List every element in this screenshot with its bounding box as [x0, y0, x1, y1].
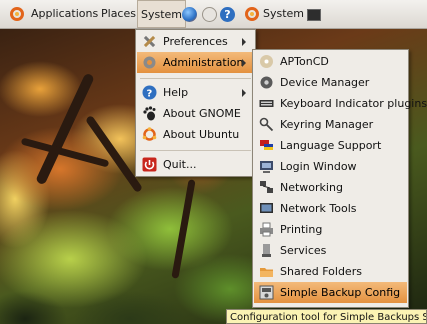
menu-item-about-ubuntu[interactable]: About Ubuntu — [137, 124, 254, 145]
svg-text:?: ? — [147, 89, 153, 100]
menu-item-printing[interactable]: Printing — [254, 219, 407, 240]
menu-item-label: Device Manager — [280, 76, 370, 89]
menu-item-services[interactable]: Services — [254, 240, 407, 261]
preferences-icon — [143, 35, 156, 48]
submenu-arrow-icon — [242, 59, 246, 67]
menu-item-label: Administration — [163, 56, 244, 69]
mail-icon[interactable] — [202, 7, 217, 22]
login-window-icon — [260, 161, 273, 173]
help-icon: ? — [142, 85, 157, 100]
menu-item-label: Language Support — [280, 139, 382, 152]
keyring-icon — [259, 117, 274, 132]
menu-item-quit[interactable]: Quit... — [137, 154, 254, 175]
network-tools-icon — [260, 203, 273, 213]
language-flags-icon — [260, 140, 273, 150]
menu-item-networking[interactable]: Networking — [254, 177, 407, 198]
menu-item-help[interactable]: ? Help — [137, 82, 254, 103]
backup-icon — [259, 285, 274, 300]
system2-menu[interactable]: System — [263, 0, 304, 28]
administration-submenu: APTonCD Device Manager Keyboard Indicato… — [252, 49, 427, 308]
terminal-icon[interactable] — [307, 9, 321, 21]
menu-item-simple-backup-config[interactable]: Simple Backup Config — [254, 282, 407, 303]
help-launcher-icon[interactable]: ? — [220, 7, 235, 22]
top-panel: Applications Places System ? System — [0, 0, 427, 29]
ubuntu-logo-icon — [10, 7, 24, 21]
menu-item-device-manager[interactable]: Device Manager — [254, 72, 407, 93]
ubuntu-icon — [142, 127, 157, 141]
menu-item-aptoncd[interactable]: APTonCD — [254, 51, 407, 72]
administration-icon — [143, 56, 156, 69]
menu-item-label: Shared Folders — [280, 265, 362, 278]
menu-item-label: Network Tools — [280, 202, 357, 215]
menu-item-label: About Ubuntu — [163, 128, 240, 141]
aptoncd-icon — [260, 55, 273, 68]
menu-item-label: Quit... — [163, 158, 197, 171]
submenu-arrow-icon — [242, 89, 246, 97]
menu-item-label: Keyring Manager — [280, 118, 374, 131]
menu-item-administration[interactable]: Administration — [137, 52, 254, 73]
menu-separator — [140, 78, 251, 79]
submenu-arrow-icon — [242, 38, 246, 46]
menu-separator — [140, 150, 251, 151]
menu-item-keyring-manager[interactable]: Keyring Manager — [254, 114, 407, 135]
power-icon — [142, 157, 157, 172]
menu-item-language-support[interactable]: Language Support — [254, 135, 407, 156]
menu-item-about-gnome[interactable]: About GNOME — [137, 103, 254, 124]
wallpaper-branch — [35, 72, 95, 186]
wallpaper-branch — [20, 137, 110, 168]
menu-item-label: APTonCD — [280, 55, 329, 68]
menu-item-network-tools[interactable]: Network Tools — [254, 198, 407, 219]
menu-item-label: Services — [280, 244, 327, 257]
menu-item-shared-folders[interactable]: Shared Folders — [254, 261, 407, 282]
networking-icon — [260, 181, 273, 193]
wallpaper-branch — [171, 179, 196, 279]
menu-item-label: Preferences — [163, 35, 228, 48]
system-dropdown-menu: Preferences Administration ? Help About … — [135, 29, 256, 177]
device-manager-icon — [260, 76, 273, 89]
menu-item-label: Networking — [280, 181, 343, 194]
menu-item-label: Login Window — [280, 160, 357, 173]
applications-menu[interactable]: Applications — [31, 0, 98, 28]
system2-logo-icon — [245, 7, 259, 21]
menu-item-label: Help — [163, 86, 189, 99]
services-icon — [262, 244, 271, 257]
gnome-foot-icon — [143, 106, 156, 121]
printer-icon — [260, 222, 273, 237]
keyboard-icon — [259, 100, 274, 107]
tooltip: Configuration tool for Simple Backups Su… — [226, 309, 427, 324]
system-menu[interactable]: System — [137, 0, 187, 28]
menu-item-label: Printing — [280, 223, 323, 236]
menu-item-login-window[interactable]: Login Window — [254, 156, 407, 177]
places-menu[interactable]: Places — [101, 0, 136, 28]
firefox-icon[interactable] — [182, 7, 197, 22]
menu-item-label: Keyboard Indicator plugins — [280, 97, 427, 110]
shared-folder-icon — [260, 268, 273, 277]
menu-item-label: Simple Backup Config — [280, 286, 401, 299]
menu-item-keyboard-indicator[interactable]: Keyboard Indicator plugins — [254, 93, 427, 114]
menu-item-label: About GNOME — [163, 107, 241, 120]
menu-item-preferences[interactable]: Preferences — [137, 31, 254, 52]
